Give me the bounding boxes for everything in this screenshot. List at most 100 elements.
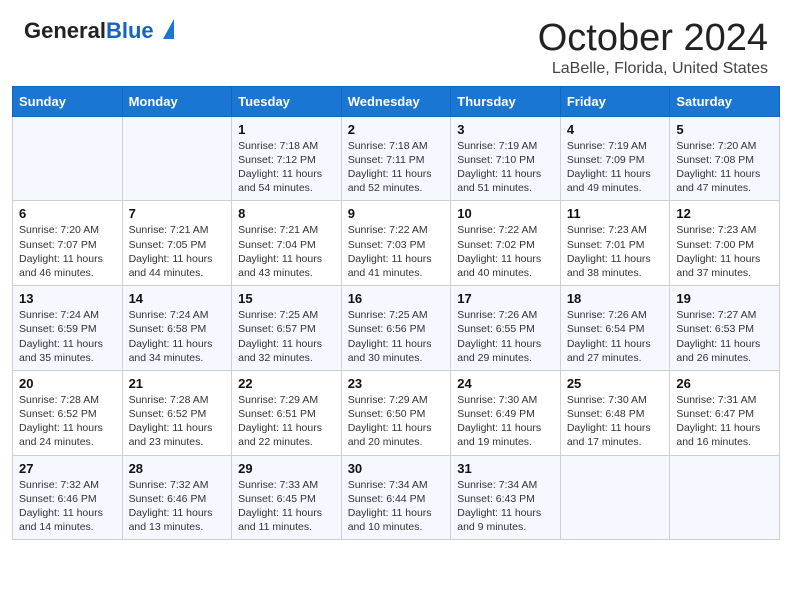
day-detail: Sunrise: 7:29 AM Sunset: 6:50 PM Dayligh… bbox=[348, 393, 445, 450]
calendar-cell: 5 Sunrise: 7:20 AM Sunset: 7:08 PM Daylig… bbox=[670, 116, 780, 201]
day-number: 13 bbox=[19, 291, 116, 306]
day-number: 28 bbox=[129, 461, 226, 476]
calendar-week-row: 13 Sunrise: 7:24 AM Sunset: 6:59 PM Dayli… bbox=[13, 286, 780, 371]
calendar-day-header: Thursday bbox=[451, 86, 561, 116]
day-number: 24 bbox=[457, 376, 554, 391]
calendar-week-row: 20 Sunrise: 7:28 AM Sunset: 6:52 PM Dayli… bbox=[13, 370, 780, 455]
header: GeneralBlue October 2024 LaBelle, Florid… bbox=[0, 0, 792, 86]
day-detail: Sunrise: 7:30 AM Sunset: 6:48 PM Dayligh… bbox=[567, 393, 664, 450]
page-subtitle: LaBelle, Florida, United States bbox=[538, 60, 768, 78]
calendar-week-row: 6Sunrise: 7:20 AM Sunset: 7:07 PM Daylig… bbox=[13, 201, 780, 286]
day-number: 16 bbox=[348, 291, 445, 306]
day-detail: Sunrise: 7:19 AM Sunset: 7:10 PM Dayligh… bbox=[457, 139, 554, 196]
calendar-cell: 30 Sunrise: 7:34 AM Sunset: 6:44 PM Dayli… bbox=[341, 455, 451, 540]
day-detail: Sunrise: 7:22 AM Sunset: 7:02 PM Dayligh… bbox=[457, 223, 554, 280]
day-number: 21 bbox=[129, 376, 226, 391]
day-detail: Sunrise: 7:26 AM Sunset: 6:55 PM Dayligh… bbox=[457, 308, 554, 365]
page-container: GeneralBlue October 2024 LaBelle, Florid… bbox=[0, 0, 792, 552]
logo-blue: Blue bbox=[106, 18, 154, 43]
day-number: 29 bbox=[238, 461, 335, 476]
day-detail: Sunrise: 7:28 AM Sunset: 6:52 PM Dayligh… bbox=[19, 393, 116, 450]
calendar-cell: 26 Sunrise: 7:31 AM Sunset: 6:47 PM Dayli… bbox=[670, 370, 780, 455]
calendar-day-header: Friday bbox=[560, 86, 670, 116]
day-detail: Sunrise: 7:31 AM Sunset: 6:47 PM Dayligh… bbox=[676, 393, 773, 450]
logo-text: GeneralBlue bbox=[24, 18, 174, 43]
calendar-week-row: 27 Sunrise: 7:32 AM Sunset: 6:46 PM Dayli… bbox=[13, 455, 780, 540]
day-number: 3 bbox=[457, 122, 554, 137]
day-number: 1 bbox=[238, 122, 335, 137]
day-number: 17 bbox=[457, 291, 554, 306]
calendar-cell: 15 Sunrise: 7:25 AM Sunset: 6:57 PM Dayli… bbox=[232, 286, 342, 371]
logo: GeneralBlue bbox=[24, 18, 174, 43]
calendar-cell: 16 Sunrise: 7:25 AM Sunset: 6:56 PM Dayli… bbox=[341, 286, 451, 371]
day-detail: Sunrise: 7:28 AM Sunset: 6:52 PM Dayligh… bbox=[129, 393, 226, 450]
day-detail: Sunrise: 7:29 AM Sunset: 6:51 PM Dayligh… bbox=[238, 393, 335, 450]
calendar-cell: 1 Sunrise: 7:18 AM Sunset: 7:12 PM Daylig… bbox=[232, 116, 342, 201]
calendar-cell: 11 Sunrise: 7:23 AM Sunset: 7:01 PM Dayli… bbox=[560, 201, 670, 286]
logo-arrow-icon bbox=[163, 19, 174, 39]
calendar-cell bbox=[122, 116, 232, 201]
day-number: 22 bbox=[238, 376, 335, 391]
day-detail: Sunrise: 7:22 AM Sunset: 7:03 PM Dayligh… bbox=[348, 223, 445, 280]
day-number: 27 bbox=[19, 461, 116, 476]
calendar-cell bbox=[13, 116, 123, 201]
day-number: 19 bbox=[676, 291, 773, 306]
day-number: 11 bbox=[567, 206, 664, 221]
calendar-cell: 12Sunrise: 7:23 AM Sunset: 7:00 PM Dayli… bbox=[670, 201, 780, 286]
day-detail: Sunrise: 7:25 AM Sunset: 6:57 PM Dayligh… bbox=[238, 308, 335, 365]
day-detail: Sunrise: 7:25 AM Sunset: 6:56 PM Dayligh… bbox=[348, 308, 445, 365]
day-number: 2 bbox=[348, 122, 445, 137]
day-detail: Sunrise: 7:23 AM Sunset: 7:01 PM Dayligh… bbox=[567, 223, 664, 280]
day-number: 14 bbox=[129, 291, 226, 306]
day-detail: Sunrise: 7:18 AM Sunset: 7:12 PM Dayligh… bbox=[238, 139, 335, 196]
calendar-cell: 8Sunrise: 7:21 AM Sunset: 7:04 PM Daylig… bbox=[232, 201, 342, 286]
day-detail: Sunrise: 7:32 AM Sunset: 6:46 PM Dayligh… bbox=[19, 478, 116, 535]
calendar-cell: 10 Sunrise: 7:22 AM Sunset: 7:02 PM Dayli… bbox=[451, 201, 561, 286]
day-number: 4 bbox=[567, 122, 664, 137]
calendar-cell: 14 Sunrise: 7:24 AM Sunset: 6:58 PM Dayli… bbox=[122, 286, 232, 371]
day-detail: Sunrise: 7:34 AM Sunset: 6:43 PM Dayligh… bbox=[457, 478, 554, 535]
calendar-day-header: Monday bbox=[122, 86, 232, 116]
calendar-cell: 29Sunrise: 7:33 AM Sunset: 6:45 PM Dayli… bbox=[232, 455, 342, 540]
calendar-cell: 27 Sunrise: 7:32 AM Sunset: 6:46 PM Dayli… bbox=[13, 455, 123, 540]
day-detail: Sunrise: 7:24 AM Sunset: 6:58 PM Dayligh… bbox=[129, 308, 226, 365]
calendar-cell: 23Sunrise: 7:29 AM Sunset: 6:50 PM Dayli… bbox=[341, 370, 451, 455]
calendar-table: SundayMondayTuesdayWednesdayThursdayFrid… bbox=[12, 86, 780, 540]
day-number: 10 bbox=[457, 206, 554, 221]
day-detail: Sunrise: 7:27 AM Sunset: 6:53 PM Dayligh… bbox=[676, 308, 773, 365]
calendar-wrapper: SundayMondayTuesdayWednesdayThursdayFrid… bbox=[0, 86, 792, 552]
calendar-cell bbox=[670, 455, 780, 540]
calendar-header-row: SundayMondayTuesdayWednesdayThursdayFrid… bbox=[13, 86, 780, 116]
day-number: 26 bbox=[676, 376, 773, 391]
day-detail: Sunrise: 7:30 AM Sunset: 6:49 PM Dayligh… bbox=[457, 393, 554, 450]
calendar-cell: 20 Sunrise: 7:28 AM Sunset: 6:52 PM Dayli… bbox=[13, 370, 123, 455]
calendar-day-header: Wednesday bbox=[341, 86, 451, 116]
logo-general: General bbox=[24, 18, 106, 43]
day-number: 7 bbox=[129, 206, 226, 221]
day-number: 20 bbox=[19, 376, 116, 391]
calendar-cell: 19 Sunrise: 7:27 AM Sunset: 6:53 PM Dayli… bbox=[670, 286, 780, 371]
calendar-cell: 18Sunrise: 7:26 AM Sunset: 6:54 PM Dayli… bbox=[560, 286, 670, 371]
day-detail: Sunrise: 7:21 AM Sunset: 7:04 PM Dayligh… bbox=[238, 223, 335, 280]
calendar-cell: 22 Sunrise: 7:29 AM Sunset: 6:51 PM Dayli… bbox=[232, 370, 342, 455]
day-number: 25 bbox=[567, 376, 664, 391]
title-block: October 2024 LaBelle, Florida, United St… bbox=[538, 18, 768, 78]
day-detail: Sunrise: 7:18 AM Sunset: 7:11 PM Dayligh… bbox=[348, 139, 445, 196]
calendar-cell: 24 Sunrise: 7:30 AM Sunset: 6:49 PM Dayli… bbox=[451, 370, 561, 455]
day-number: 5 bbox=[676, 122, 773, 137]
calendar-day-header: Sunday bbox=[13, 86, 123, 116]
day-detail: Sunrise: 7:19 AM Sunset: 7:09 PM Dayligh… bbox=[567, 139, 664, 196]
calendar-cell: 25 Sunrise: 7:30 AM Sunset: 6:48 PM Dayli… bbox=[560, 370, 670, 455]
day-number: 9 bbox=[348, 206, 445, 221]
calendar-cell: 31Sunrise: 7:34 AM Sunset: 6:43 PM Dayli… bbox=[451, 455, 561, 540]
day-number: 18 bbox=[567, 291, 664, 306]
day-detail: Sunrise: 7:20 AM Sunset: 7:08 PM Dayligh… bbox=[676, 139, 773, 196]
day-detail: Sunrise: 7:34 AM Sunset: 6:44 PM Dayligh… bbox=[348, 478, 445, 535]
calendar-day-header: Saturday bbox=[670, 86, 780, 116]
day-number: 15 bbox=[238, 291, 335, 306]
day-number: 6 bbox=[19, 206, 116, 221]
day-number: 30 bbox=[348, 461, 445, 476]
day-detail: Sunrise: 7:24 AM Sunset: 6:59 PM Dayligh… bbox=[19, 308, 116, 365]
calendar-cell: 17 Sunrise: 7:26 AM Sunset: 6:55 PM Dayli… bbox=[451, 286, 561, 371]
calendar-cell: 13 Sunrise: 7:24 AM Sunset: 6:59 PM Dayli… bbox=[13, 286, 123, 371]
